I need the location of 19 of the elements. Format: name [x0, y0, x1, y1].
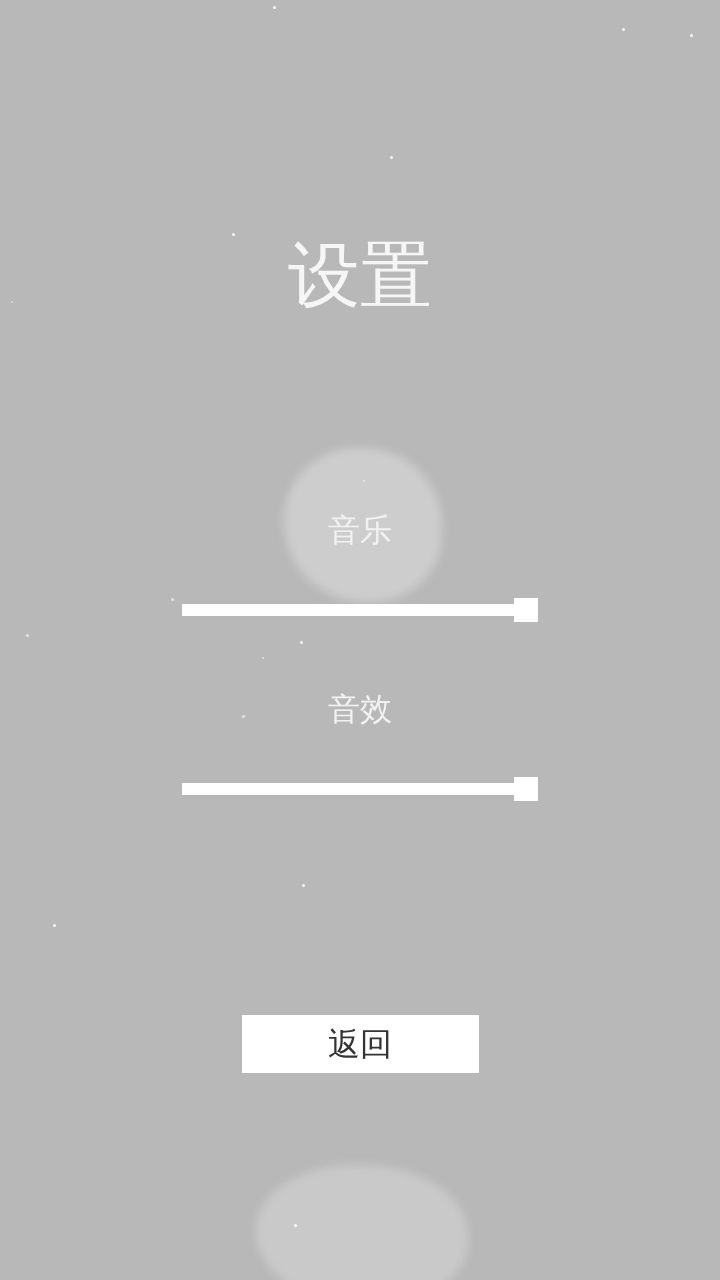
volume-slider[interactable]	[182, 777, 538, 801]
star-dot	[389, 155, 393, 159]
star-dot	[301, 883, 305, 887]
star-dot	[241, 714, 245, 718]
star-dot	[621, 27, 625, 31]
back-button[interactable]: 返回	[241, 1015, 479, 1073]
star-dot	[25, 633, 29, 637]
setting-label: 音效	[328, 693, 392, 725]
slider-thumb[interactable]	[514, 598, 538, 622]
star-dot	[293, 1223, 297, 1227]
slider-thumb[interactable]	[514, 777, 538, 801]
star-dot	[170, 597, 174, 601]
star-dot	[272, 5, 276, 9]
star-dot	[52, 923, 56, 927]
star-dot	[299, 640, 303, 644]
volume-slider[interactable]	[182, 598, 538, 622]
star-dot	[689, 33, 693, 37]
page-title: 设置	[288, 239, 432, 311]
star-dot	[231, 232, 235, 236]
